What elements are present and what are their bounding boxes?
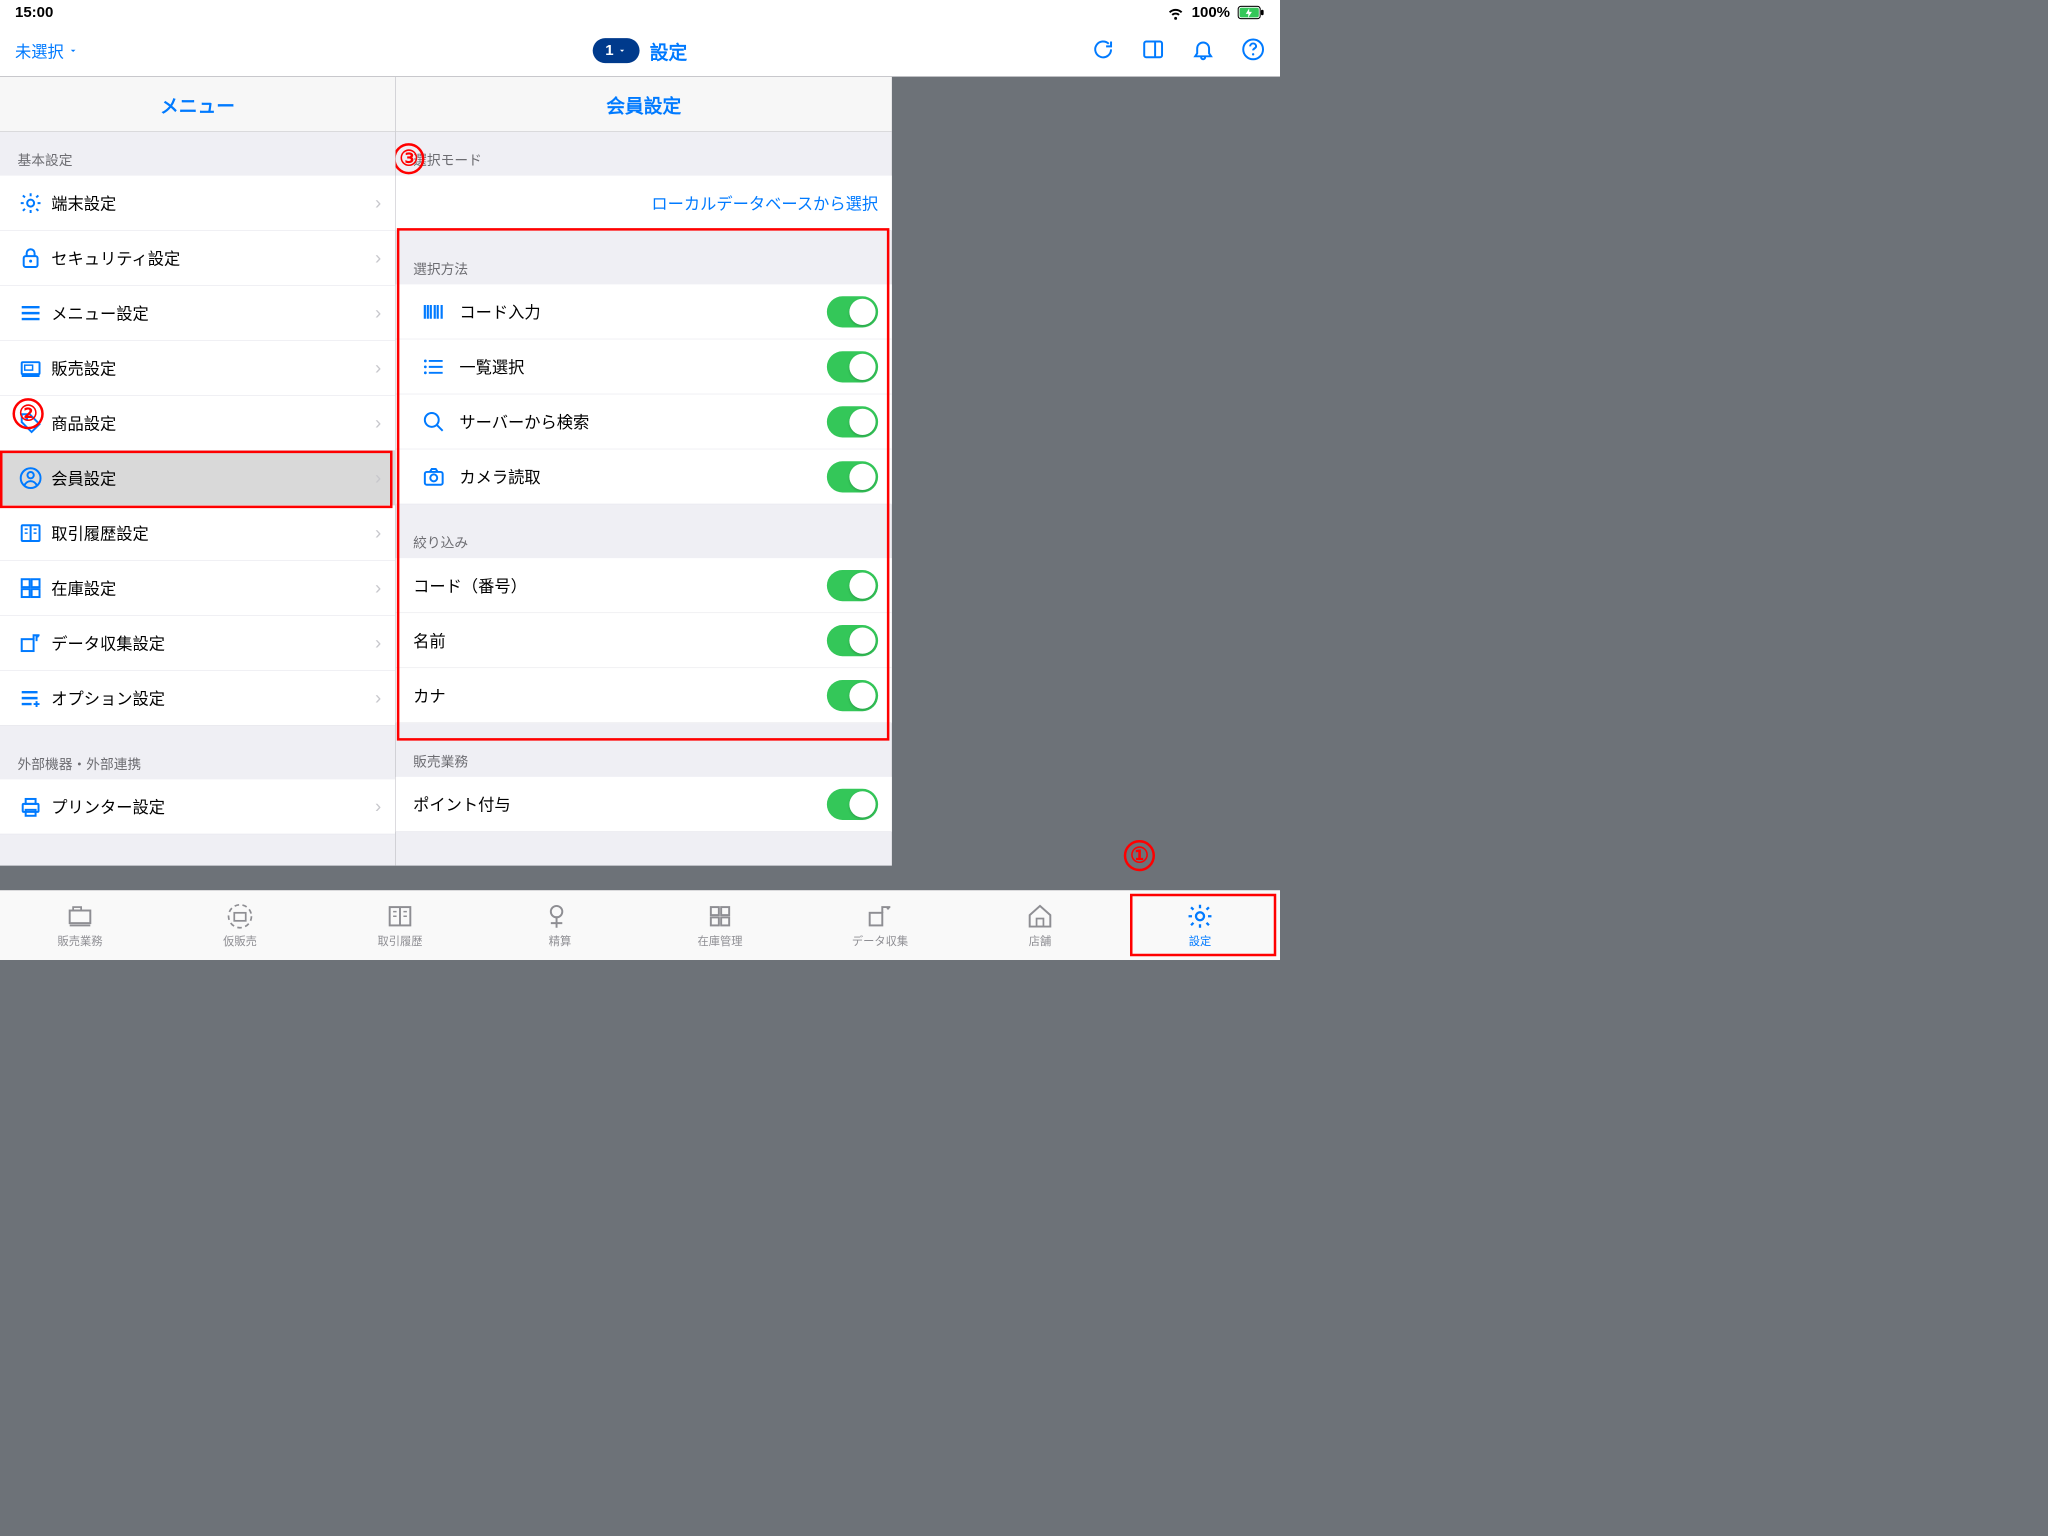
tab-settings[interactable]: 設定 xyxy=(1120,891,1280,960)
toggle-filter-kana[interactable] xyxy=(827,680,878,711)
left-column-header: メニュー xyxy=(0,77,396,132)
tab-settlement[interactable]: 精算 xyxy=(480,891,640,960)
menu-item-product[interactable]: 商品設定› xyxy=(0,396,395,451)
menu-item-history[interactable]: 取引履歴設定› xyxy=(0,506,395,561)
toggle-filter-name[interactable] xyxy=(827,625,878,656)
person-icon xyxy=(14,466,48,490)
barcode-icon xyxy=(414,300,453,324)
tab-temp-sales[interactable]: 仮販売 xyxy=(160,891,320,960)
refresh-icon[interactable] xyxy=(1091,37,1115,64)
battery-icon xyxy=(1238,6,1266,20)
battery-percent: 100% xyxy=(1192,4,1230,22)
search-icon xyxy=(414,410,453,434)
printer-icon xyxy=(14,795,48,819)
detail-pane: 選択モード ローカルデータベースから選択 選択方法 コード入力 一覧選択 サーバ… xyxy=(396,132,892,866)
method-camera[interactable]: カメラ読取 xyxy=(396,449,892,504)
sales-point[interactable]: ポイント付与 xyxy=(396,777,892,832)
menu-item-option[interactable]: オプション設定› xyxy=(0,671,395,726)
annotation-2: ② xyxy=(13,398,44,429)
page-title: 設定 xyxy=(650,37,688,65)
mode-select-link[interactable]: ローカルデータベースから選択 xyxy=(651,191,878,214)
help-icon[interactable] xyxy=(1241,37,1265,64)
tab-bar: 販売業務 仮販売 取引履歴 精算 在庫管理 データ収集 店舗 設定 xyxy=(0,890,1280,960)
toggle-code[interactable] xyxy=(827,296,878,327)
section-header-method: 選択方法 xyxy=(396,231,892,285)
annotation-1: ① xyxy=(1124,840,1155,871)
camera-icon xyxy=(414,465,453,489)
section-header-filter: 絞り込み xyxy=(396,504,892,558)
toggle-filter-code[interactable] xyxy=(827,570,878,601)
hamburger-icon xyxy=(14,301,48,325)
mode-select-row[interactable]: ローカルデータベースから選択 xyxy=(396,176,892,231)
status-bar: 15:00 100% xyxy=(0,0,1280,25)
nav-badge[interactable]: 1 xyxy=(593,38,640,63)
menu-item-sales[interactable]: 販売設定› xyxy=(0,341,395,396)
right-column-header: 会員設定 xyxy=(396,77,892,132)
gear-icon xyxy=(14,191,48,215)
section-header-external: 外部機器・外部連携 xyxy=(0,726,395,780)
panel-icon[interactable] xyxy=(1141,37,1165,64)
filter-kana[interactable]: カナ xyxy=(396,668,892,723)
menu-item-menu[interactable]: メニュー設定› xyxy=(0,286,395,341)
filter-code[interactable]: コード（番号） xyxy=(396,558,892,613)
toggle-point[interactable] xyxy=(827,788,878,819)
menu-list: 基本設定 端末設定› セキュリティ設定› メニュー設定› 販売設定› 商品設定› xyxy=(0,132,396,866)
scanner-icon xyxy=(14,631,48,655)
nav-bar: 未選択 1 設定 xyxy=(0,25,1280,76)
bell-icon[interactable] xyxy=(1191,37,1215,64)
register-icon xyxy=(14,356,48,380)
wifi-icon xyxy=(1167,4,1185,22)
menu-item-security[interactable]: セキュリティ設定› xyxy=(0,231,395,286)
tab-stock[interactable]: 在庫管理 xyxy=(640,891,800,960)
tab-history[interactable]: 取引履歴 xyxy=(320,891,480,960)
segment-selector[interactable]: 未選択 xyxy=(15,39,79,62)
method-list[interactable]: 一覧選択 xyxy=(396,339,892,394)
tab-store[interactable]: 店舗 xyxy=(960,891,1120,960)
grid-icon xyxy=(14,576,48,600)
section-header-mode: 選択モード xyxy=(396,132,892,176)
menu-item-data-collect[interactable]: データ収集設定› xyxy=(0,616,395,671)
toggle-camera[interactable] xyxy=(827,461,878,492)
filter-name[interactable]: 名前 xyxy=(396,613,892,668)
menu-item-member[interactable]: 会員設定› xyxy=(0,451,395,506)
section-header-basic: 基本設定 xyxy=(0,132,395,176)
toggle-list[interactable] xyxy=(827,351,878,382)
menu-item-stock[interactable]: 在庫設定› xyxy=(0,561,395,616)
method-server[interactable]: サーバーから検索 xyxy=(396,394,892,449)
toggle-server[interactable] xyxy=(827,406,878,437)
book-icon xyxy=(14,521,48,545)
tab-data[interactable]: データ収集 xyxy=(800,891,960,960)
list-plus-icon xyxy=(14,686,48,710)
lock-icon xyxy=(14,246,48,270)
menu-item-terminal[interactable]: 端末設定› xyxy=(0,176,395,231)
section-header-sales: 販売業務 xyxy=(396,723,892,777)
method-code[interactable]: コード入力 xyxy=(396,284,892,339)
menu-item-printer[interactable]: プリンター設定› xyxy=(0,779,395,834)
tab-sales[interactable]: 販売業務 xyxy=(0,891,160,960)
status-time: 15:00 xyxy=(15,4,53,22)
list-icon xyxy=(414,355,453,379)
